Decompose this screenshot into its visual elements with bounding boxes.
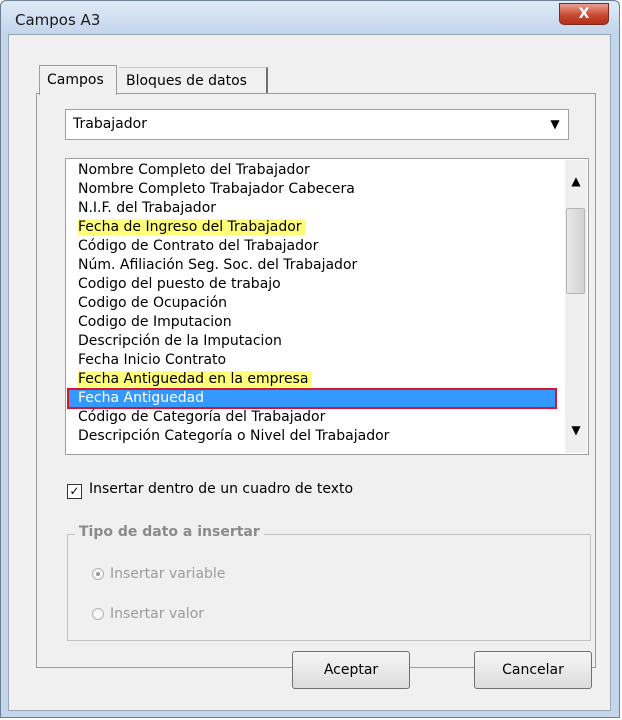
fields-list-items: Nombre Completo del Trabajador Nombre Com…: [66, 161, 557, 446]
dialog-client-area: Campos Bloques de datos Trabajador ▼ Nom…: [8, 34, 611, 711]
scroll-down-arrow-icon[interactable]: ▼: [565, 419, 587, 441]
insert-in-textbox-checkbox[interactable]: ✓: [67, 484, 82, 499]
list-item-label: Nombre Completo del Trabajador: [78, 162, 310, 178]
category-dropdown[interactable]: Trabajador ▼: [65, 109, 569, 140]
radio-insert-value-label: Insertar valor: [110, 606, 205, 622]
window-title: Campos A3: [15, 11, 101, 29]
list-item-label: Fecha Inicio Contrato: [78, 352, 227, 368]
list-item-label: Descripción Categoría o Nivel del Trabaj…: [78, 428, 390, 444]
close-icon: X: [578, 6, 590, 22]
list-item[interactable]: Fecha Inicio Contrato: [66, 351, 556, 370]
list-item[interactable]: Codigo de Ocupación: [66, 294, 556, 313]
list-item[interactable]: Nombre Completo del Trabajador: [66, 161, 556, 180]
close-button[interactable]: X: [559, 3, 609, 25]
list-item-label: Fecha Antiguedad: [78, 390, 205, 406]
list-item[interactable]: Fecha de Ingreso del Trabajador: [66, 218, 556, 237]
list-item[interactable]: Codigo del puesto de trabajo: [66, 275, 556, 294]
list-item[interactable]: N.I.F. del Trabajador: [66, 199, 556, 218]
list-item-label: Código de Categoría del Trabajador: [78, 409, 326, 425]
data-type-groupbox: Tipo de dato a insertar Insertar variabl…: [67, 524, 591, 641]
list-item-label: Núm. Afiliación Seg. Soc. del Trabajador: [78, 257, 358, 273]
list-item-label: Codigo de Ocupación: [78, 295, 228, 311]
list-item[interactable]: Código de Contrato del Trabajador: [66, 237, 556, 256]
list-item[interactable]: Núm. Afiliación Seg. Soc. del Trabajador: [66, 256, 556, 275]
radio-insert-value[interactable]: Insertar valor: [92, 605, 204, 623]
data-type-legend: Tipo de dato a insertar: [75, 524, 264, 540]
tab-panel-campos: Trabajador ▼ Nombre Completo del Trabaja…: [36, 93, 596, 668]
list-item[interactable]: Descripción Categoría o Nivel del Trabaj…: [66, 427, 556, 446]
cancel-button[interactable]: Cancelar: [474, 651, 592, 689]
vertical-scrollbar[interactable]: ▲ ▼: [565, 160, 587, 453]
dialog-window: Campos A3 X Campos Bloques de datos Trab…: [0, 0, 620, 718]
list-item-label: Código de Contrato del Trabajador: [78, 238, 319, 254]
tab-bloques-de-datos[interactable]: Bloques de datos: [119, 67, 268, 93]
insert-in-textbox-label: Insertar dentro de un cuadro de texto: [89, 481, 354, 497]
radio-unselected-icon: [92, 608, 104, 620]
list-item-label: Fecha Antiguedad en la empresa: [78, 371, 313, 387]
list-item-label: N.I.F. del Trabajador: [78, 200, 217, 216]
list-item[interactable]: Código de Categoría del Trabajador: [66, 408, 556, 427]
list-item-label: Codigo del puesto de trabajo: [78, 276, 281, 292]
insert-in-textbox-option[interactable]: ✓ Insertar dentro de un cuadro de texto: [67, 480, 353, 500]
scroll-up-arrow-icon[interactable]: ▲: [565, 170, 587, 192]
chevron-down-icon[interactable]: ▼: [544, 112, 566, 137]
category-dropdown-value: Trabajador: [73, 116, 147, 132]
list-item-selected[interactable]: Fecha Antiguedad: [67, 388, 557, 409]
list-item[interactable]: Descripción de la Imputacion: [66, 332, 556, 351]
radio-insert-variable[interactable]: Insertar variable: [92, 565, 225, 583]
fields-listbox[interactable]: Nombre Completo del Trabajador Nombre Com…: [65, 158, 589, 455]
radio-insert-variable-label: Insertar variable: [110, 566, 226, 582]
scrollbar-thumb[interactable]: [566, 208, 585, 294]
list-item-label: Fecha de Ingreso del Trabajador: [78, 219, 306, 235]
list-item[interactable]: Nombre Completo Trabajador Cabecera: [66, 180, 556, 199]
list-item[interactable]: Fecha Antiguedad en la empresa: [66, 370, 556, 389]
accept-button[interactable]: Aceptar: [292, 651, 410, 689]
list-item[interactable]: Codigo de Imputacion: [66, 313, 556, 332]
title-bar: Campos A3 X: [1, 1, 619, 33]
list-item-label: Descripción de la Imputacion: [78, 333, 282, 349]
list-item-label: Nombre Completo Trabajador Cabecera: [78, 181, 355, 197]
list-item-label: Codigo de Imputacion: [78, 314, 232, 330]
tab-campos[interactable]: Campos: [39, 65, 117, 95]
radio-selected-icon: [92, 568, 104, 580]
